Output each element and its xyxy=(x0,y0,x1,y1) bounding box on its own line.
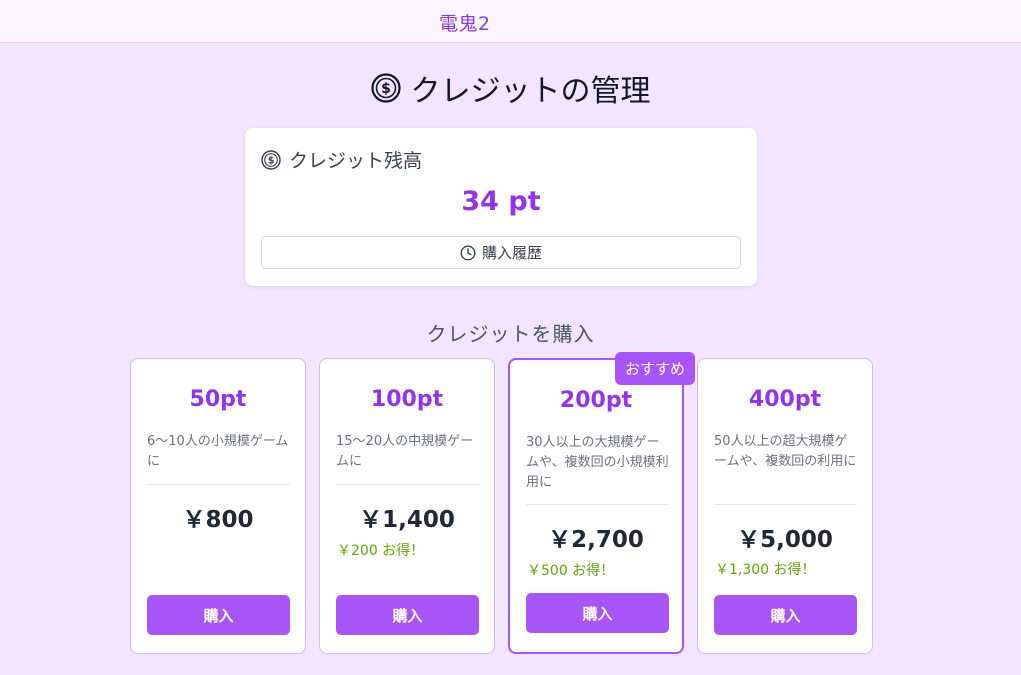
plan-card-100pt: 100pt 15〜20人の中規模ゲームに ￥1,400 ￥200 お得！ 購入 xyxy=(319,358,495,654)
plan-divider xyxy=(147,484,290,485)
plan-card-200pt: おすすめ 200pt 30人以上の大規模ゲームや、複数回の小規模利用に ￥2,7… xyxy=(508,352,695,654)
plan-card-50pt: 50pt 6〜10人の小規模ゲームに ￥800 購入 xyxy=(130,358,306,654)
plan-points: 100pt xyxy=(370,387,444,412)
plan-price: ￥800 xyxy=(182,507,254,533)
purchase-history-label: 購入履歴 xyxy=(481,244,542,262)
recommended-badge: おすすめ xyxy=(615,352,695,385)
top-navbar: 電鬼2 xyxy=(0,0,1021,43)
page-title-text: クレジットの管理 xyxy=(410,74,651,109)
balance-header: $ クレジット残高 xyxy=(261,146,422,173)
plan-price: ￥2,700 xyxy=(548,527,644,553)
buy-button-100pt[interactable]: 購入 xyxy=(336,595,479,635)
brand-logo-text[interactable]: 電鬼2 xyxy=(439,9,491,36)
svg-text:$: $ xyxy=(268,155,275,166)
page-title: $ クレジットの管理 xyxy=(0,66,1021,110)
purchase-section-title: クレジットを購入 xyxy=(426,322,595,346)
svg-text:$: $ xyxy=(381,81,391,97)
balance-card: $ クレジット残高 34 pt 購入履歴 xyxy=(245,128,757,286)
plan-saving: ￥1,300 お得！ xyxy=(715,562,816,578)
plan-points: 50pt xyxy=(189,387,247,412)
buy-button-50pt[interactable]: 購入 xyxy=(147,595,290,635)
buy-button-200pt[interactable]: 購入 xyxy=(526,593,669,633)
plan-points: 400pt xyxy=(748,387,822,412)
coin-dollar-icon: $ xyxy=(370,73,401,103)
plan-divider xyxy=(336,484,479,485)
plan-description: 15〜20人の中規模ゲームに xyxy=(336,434,474,469)
plan-divider xyxy=(526,504,669,505)
plan-divider xyxy=(714,504,857,505)
plan-price: ￥1,400 xyxy=(359,507,455,533)
balance-amount: 34 pt xyxy=(461,186,541,217)
plan-points: 200pt xyxy=(559,388,633,413)
plan-saving: ￥500 お得！ xyxy=(527,563,615,579)
plan-card-400pt: 400pt 50人以上の超大規模ゲームや、複数回の利用に ￥5,000 ￥1,3… xyxy=(697,358,873,654)
coin-dollar-icon: $ xyxy=(261,149,281,170)
plan-description: 50人以上の超大規模ゲームや、複数回の利用に xyxy=(714,434,857,469)
plan-price: ￥5,000 xyxy=(737,527,833,553)
buy-button-400pt[interactable]: 購入 xyxy=(714,595,857,635)
plan-description: 6〜10人の小規模ゲームに xyxy=(147,434,289,469)
plan-description: 30人以上の大規模ゲームや、複数回の小規模利用に xyxy=(526,435,669,490)
plan-saving: ￥200 お得！ xyxy=(337,543,425,559)
purchase-history-button[interactable]: 購入履歴 xyxy=(261,236,741,269)
balance-label: クレジット残高 xyxy=(289,150,423,172)
clock-icon xyxy=(460,244,476,261)
